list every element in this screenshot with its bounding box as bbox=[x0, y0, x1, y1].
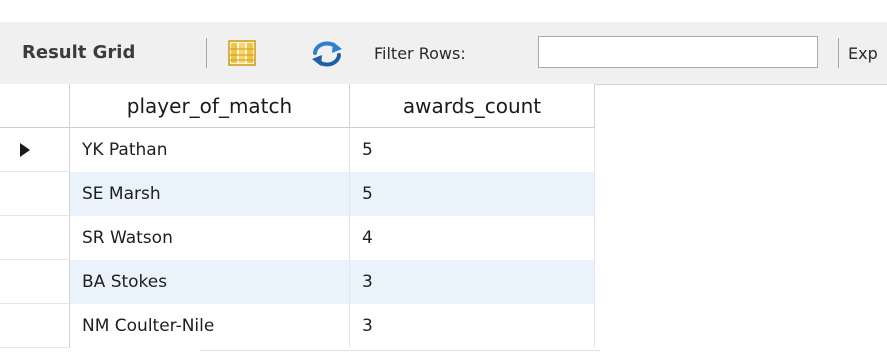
row-header[interactable] bbox=[0, 260, 70, 304]
form-grid-layout-icon[interactable] bbox=[228, 40, 256, 66]
row-header[interactable] bbox=[0, 128, 70, 172]
table-row[interactable]: NM Coulter-Nile 3 bbox=[0, 304, 887, 348]
current-row-arrow-icon bbox=[20, 143, 30, 157]
cell-awards-count[interactable]: 5 bbox=[350, 128, 595, 172]
cell-awards-count[interactable]: 5 bbox=[350, 172, 595, 216]
result-grid-label: Result Grid bbox=[22, 42, 136, 63]
result-grid: player_of_match awards_count YK Pathan 5… bbox=[0, 84, 887, 348]
cell-player-of-match[interactable]: YK Pathan bbox=[70, 128, 350, 172]
filter-rows-input[interactable] bbox=[538, 36, 818, 68]
row-header[interactable] bbox=[0, 172, 70, 216]
cell-awards-count[interactable]: 4 bbox=[350, 216, 595, 260]
cell-awards-count[interactable]: 3 bbox=[350, 304, 595, 348]
table-row[interactable]: YK Pathan 5 bbox=[0, 128, 887, 172]
grid-header-row: player_of_match awards_count bbox=[0, 84, 887, 128]
cell-player-of-match[interactable]: BA Stokes bbox=[70, 260, 350, 304]
export-label[interactable]: Exp bbox=[848, 44, 878, 63]
grid-bottom-divider bbox=[200, 350, 600, 351]
row-header[interactable] bbox=[0, 304, 70, 348]
window-top-strip bbox=[0, 0, 887, 22]
refresh-icon[interactable] bbox=[309, 40, 345, 68]
row-header[interactable] bbox=[0, 216, 70, 260]
cell-awards-count[interactable]: 3 bbox=[350, 260, 595, 304]
toolbar-separator bbox=[206, 38, 207, 68]
cell-player-of-match[interactable]: SR Watson bbox=[70, 216, 350, 260]
result-grid-toolbar: Result Grid Filter Rows: Exp bbox=[0, 22, 887, 85]
table-row[interactable]: BA Stokes 3 bbox=[0, 260, 887, 304]
toolbar-separator bbox=[838, 38, 839, 68]
table-row[interactable]: SE Marsh 5 bbox=[0, 172, 887, 216]
column-header-player-of-match[interactable]: player_of_match bbox=[70, 84, 350, 128]
table-row[interactable]: SR Watson 4 bbox=[0, 216, 887, 260]
column-header-awards-count[interactable]: awards_count bbox=[350, 84, 595, 128]
cell-player-of-match[interactable]: SE Marsh bbox=[70, 172, 350, 216]
filter-rows-label: Filter Rows: bbox=[374, 44, 466, 63]
cell-player-of-match[interactable]: NM Coulter-Nile bbox=[70, 304, 350, 348]
row-header-corner bbox=[0, 84, 70, 128]
